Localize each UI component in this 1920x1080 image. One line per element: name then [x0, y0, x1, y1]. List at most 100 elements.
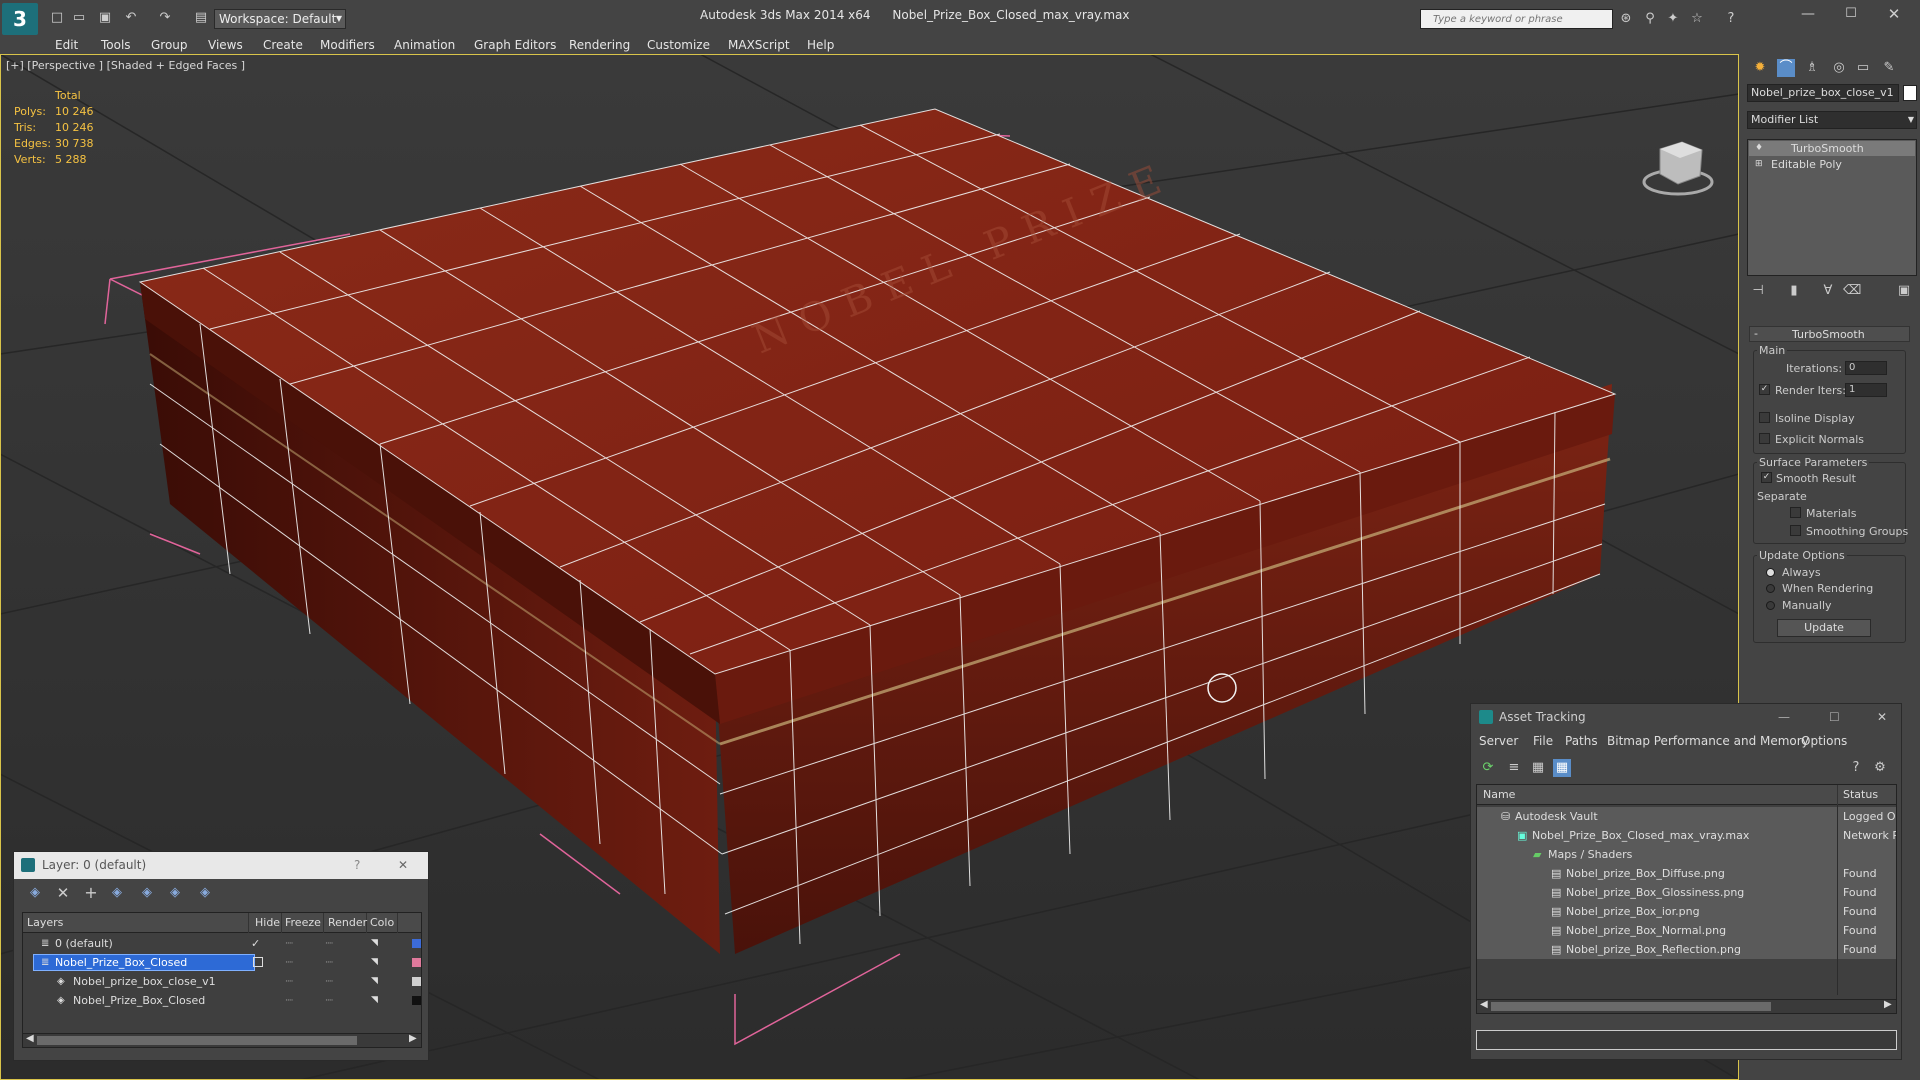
- layer-row-object-v1[interactable]: ◈ Nobel_prize_box_close_v1 ···· ···· ◥: [23, 972, 421, 992]
- render-teapot-icon[interactable]: ◥: [371, 934, 378, 953]
- update-button[interactable]: Update: [1777, 619, 1871, 637]
- scroll-left-icon[interactable]: ◀: [26, 1033, 34, 1044]
- scroll-right-icon[interactable]: ▶: [409, 1033, 417, 1044]
- layer-color-swatch[interactable]: [412, 996, 421, 1005]
- search-box[interactable]: [1420, 9, 1613, 29]
- menu-maxscript[interactable]: MAXScript: [728, 36, 790, 54]
- pin-stack-icon[interactable]: ⊣: [1749, 282, 1767, 300]
- favorites-star-icon[interactable]: ☆: [1688, 10, 1706, 28]
- always-radio[interactable]: [1766, 568, 1775, 577]
- undo-icon[interactable]: ↶: [122, 9, 140, 27]
- asset-title-bar[interactable]: Asset Tracking — ☐ ✕: [1471, 704, 1901, 731]
- add-to-layer-icon[interactable]: +: [82, 884, 100, 902]
- display-tab-icon[interactable]: ▭: [1854, 59, 1872, 77]
- menu-group[interactable]: Group: [151, 36, 188, 54]
- create-tab-icon[interactable]: ✹: [1751, 59, 1769, 77]
- horizontal-scrollbar[interactable]: ◀ ▶: [23, 1033, 421, 1047]
- minimize-icon[interactable]: —: [1799, 5, 1817, 23]
- new-file-icon[interactable]: □: [48, 9, 66, 27]
- render-teapot-icon[interactable]: ◥: [371, 972, 378, 991]
- col-layers[interactable]: Layers: [27, 913, 249, 933]
- asset-row-reflection[interactable]: ▤ Nobel_prize_Box_Reflection.png Found: [1477, 940, 1896, 959]
- table-view-icon[interactable]: ▦: [1553, 759, 1571, 777]
- subscription-icon[interactable]: ⚲: [1641, 10, 1659, 28]
- menu-views[interactable]: Views: [208, 36, 243, 54]
- viewport-label[interactable]: [+] [Perspective ] [Shaded + Edged Faces…: [6, 59, 245, 72]
- materials-checkbox[interactable]: [1790, 507, 1801, 518]
- asset-row-glossiness[interactable]: ▤ Nobel_prize_Box_Glossiness.png Found: [1477, 883, 1896, 902]
- scroll-thumb[interactable]: [1491, 1002, 1771, 1011]
- asset-menu-paths[interactable]: Paths: [1565, 734, 1598, 748]
- hide-all-icon[interactable]: ◈: [166, 884, 184, 902]
- stack-item-turbosmooth[interactable]: ♦ TurboSmooth: [1749, 141, 1915, 156]
- col-color[interactable]: Colo: [368, 913, 398, 933]
- hide-toggle[interactable]: ····: [285, 992, 294, 1011]
- scroll-left-icon[interactable]: ◀: [1480, 999, 1488, 1010]
- redo-icon[interactable]: ↷: [156, 9, 174, 27]
- object-color-swatch[interactable]: [1903, 85, 1917, 101]
- hide-toggle[interactable]: ····: [285, 935, 294, 954]
- menu-animation[interactable]: Animation: [394, 36, 455, 54]
- freeze-toggle[interactable]: ····: [325, 954, 334, 973]
- iterations-spinner[interactable]: 0: [1845, 361, 1887, 375]
- layer-row-nobel-box[interactable]: ≣ Nobel_Prize_Box_Closed ···· ···· ◥: [23, 953, 421, 973]
- render-teapot-icon[interactable]: ◥: [371, 953, 378, 972]
- asset-row-ior[interactable]: ▤ Nobel_prize_Box_ior.png Found: [1477, 902, 1896, 921]
- communication-icon[interactable]: ✦: [1664, 10, 1682, 28]
- help-icon[interactable]: ?: [1847, 759, 1865, 777]
- asset-row-vault[interactable]: ⛁ Autodesk Vault Logged Out: [1477, 807, 1896, 826]
- menu-tools[interactable]: Tools: [101, 36, 131, 54]
- col-name[interactable]: Name: [1483, 785, 1838, 805]
- col-render[interactable]: Render: [325, 913, 367, 933]
- search-input[interactable]: [1421, 10, 1612, 28]
- scroll-right-icon[interactable]: ▶: [1884, 999, 1892, 1010]
- freeze-toggle[interactable]: ····: [325, 973, 334, 992]
- hierarchy-tab-icon[interactable]: ♗: [1803, 59, 1821, 77]
- stack-item-editable-poly[interactable]: ⊞ Editable Poly: [1749, 157, 1915, 172]
- horizontal-scrollbar[interactable]: ◀ ▶: [1477, 999, 1896, 1013]
- select-objects-icon[interactable]: ◈: [108, 884, 126, 902]
- freeze-toggle[interactable]: ····: [325, 935, 334, 954]
- close-icon[interactable]: ✕: [398, 852, 408, 879]
- layer-title-bar[interactable]: Layer: 0 (default) ? ✕: [14, 852, 428, 879]
- asset-row-normal[interactable]: ▤ Nobel_prize_Box_Normal.png Found: [1477, 921, 1896, 940]
- refresh-icon[interactable]: ⟳: [1479, 759, 1497, 777]
- asset-menu-bitmap[interactable]: Bitmap Performance and Memory: [1607, 734, 1809, 748]
- freeze-toggle[interactable]: ····: [325, 992, 334, 1011]
- asset-menu-file[interactable]: File: [1533, 734, 1553, 748]
- app-logo[interactable]: 3: [2, 3, 38, 35]
- render-iters-spinner[interactable]: 1: [1845, 383, 1887, 397]
- hide-toggle[interactable]: ····: [285, 973, 294, 992]
- make-unique-icon[interactable]: ∀: [1819, 282, 1837, 300]
- menu-customize[interactable]: Customize: [647, 36, 710, 54]
- when-rendering-radio[interactable]: [1766, 584, 1775, 593]
- render-teapot-icon[interactable]: ◥: [371, 991, 378, 1010]
- active-checkmark-icon[interactable]: ✓: [251, 934, 260, 953]
- asset-row-maxfile[interactable]: ▣ Nobel_Prize_Box_Closed_max_vray.max Ne…: [1477, 826, 1896, 845]
- utilities-tab-icon[interactable]: ✎: [1880, 59, 1898, 77]
- modifier-list-dropdown[interactable]: Modifier List ▼: [1747, 111, 1917, 129]
- open-file-icon[interactable]: ▭: [70, 9, 88, 27]
- menu-modifiers[interactable]: Modifiers: [320, 36, 375, 54]
- layer-color-swatch[interactable]: [412, 977, 421, 986]
- asset-menu-server[interactable]: Server: [1479, 734, 1518, 748]
- menu-edit[interactable]: Edit: [55, 36, 78, 54]
- delete-layer-icon[interactable]: ✕: [54, 884, 72, 902]
- show-end-result-icon[interactable]: ▮: [1785, 282, 1803, 300]
- thumbnail-view-icon[interactable]: ▦: [1529, 759, 1547, 777]
- layer-color-swatch[interactable]: [412, 939, 421, 948]
- motion-tab-icon[interactable]: ◎: [1830, 59, 1848, 77]
- help-icon[interactable]: ?: [1722, 10, 1740, 28]
- maximize-icon[interactable]: ☐: [1829, 704, 1840, 731]
- manually-radio[interactable]: [1766, 601, 1775, 610]
- close-icon[interactable]: ✕: [1885, 5, 1903, 23]
- layer-color-swatch[interactable]: [412, 958, 421, 967]
- hide-toggle[interactable]: ····: [285, 954, 294, 973]
- explicit-normals-checkbox[interactable]: [1759, 433, 1770, 444]
- workspace-dropdown[interactable]: Workspace: Default ▼: [214, 9, 346, 29]
- asset-row-maps[interactable]: ▰ Maps / Shaders: [1477, 845, 1896, 864]
- binoculars-icon[interactable]: ⊛: [1617, 10, 1635, 28]
- col-freeze[interactable]: Freeze: [283, 913, 324, 933]
- project-folder-icon[interactable]: ▤: [192, 9, 210, 27]
- menu-graph-editors[interactable]: Graph Editors: [474, 36, 556, 54]
